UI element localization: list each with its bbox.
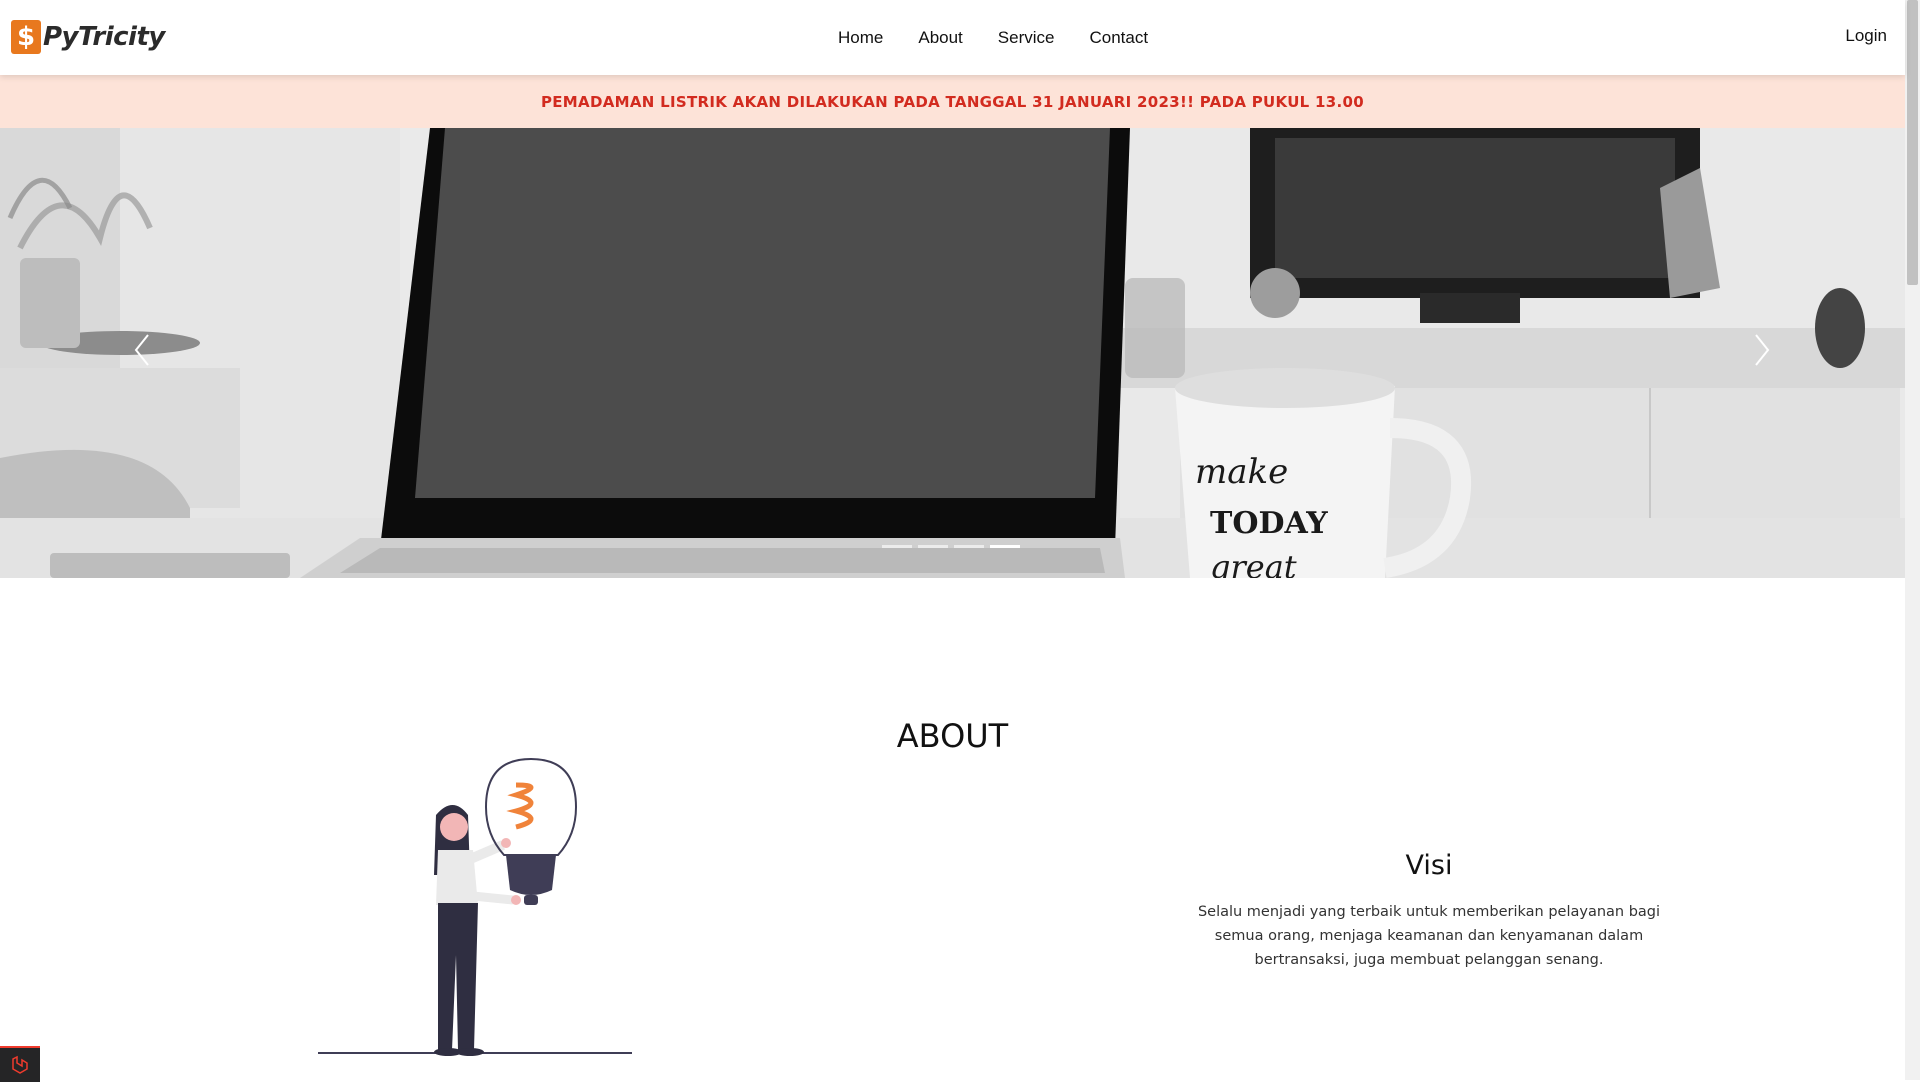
mug-text-today: TODAY [1210, 506, 1328, 541]
page-scrollbar[interactable] [1905, 0, 1920, 1080]
about-title: ABOUT [896, 716, 1009, 755]
laravel-debugbar-badge[interactable] [0, 1046, 40, 1082]
visi-title: Visi [1405, 850, 1453, 881]
announcement-text: PEMADAMAN LISTRIK AKAN DILAKUKAN PADA TA… [540, 92, 1365, 111]
carousel-prev-button[interactable] [122, 325, 162, 375]
brand-name: PyTricity [43, 22, 165, 52]
carousel-photo: make TODAY great [0, 128, 1905, 578]
mug-text-make: make [1195, 452, 1288, 492]
mug-text-great: great [1210, 548, 1297, 578]
hero-carousel: make TODAY great [0, 128, 1905, 578]
lightbulb-woman-illustration [318, 757, 632, 1056]
scrollbar-thumb[interactable] [1907, 0, 1918, 285]
nav-item-about[interactable]: About [918, 28, 962, 48]
carousel-indicator[interactable] [954, 545, 984, 548]
brand-logo-link[interactable]: $ PyTricity [11, 20, 165, 54]
announcement-banner: PEMADAMAN LISTRIK AKAN DILAKUKAN PADA TA… [0, 75, 1905, 128]
carousel-indicator-active[interactable] [990, 545, 1020, 548]
chevron-right-icon [1755, 334, 1770, 366]
carousel-indicator[interactable] [918, 545, 948, 548]
visi-text: Selalu menjadi yang terbaik untuk member… [1197, 904, 1661, 968]
dollar-logo-icon: $ [11, 20, 41, 54]
nav-item-home[interactable]: Home [838, 28, 883, 48]
main-nav: Home About Service Contact [838, 0, 1183, 75]
nav-item-service[interactable]: Service [998, 28, 1055, 48]
login-link[interactable]: Login [1845, 26, 1887, 46]
navbar: $ PyTricity Home About Service Contact L… [0, 0, 1905, 75]
carousel-indicators [882, 545, 1026, 548]
carousel-next-button[interactable] [1742, 325, 1782, 375]
laravel-logo-icon [12, 1055, 28, 1074]
chevron-left-icon [134, 334, 149, 366]
carousel-indicator[interactable] [882, 545, 912, 548]
nav-item-contact[interactable]: Contact [1089, 28, 1148, 48]
